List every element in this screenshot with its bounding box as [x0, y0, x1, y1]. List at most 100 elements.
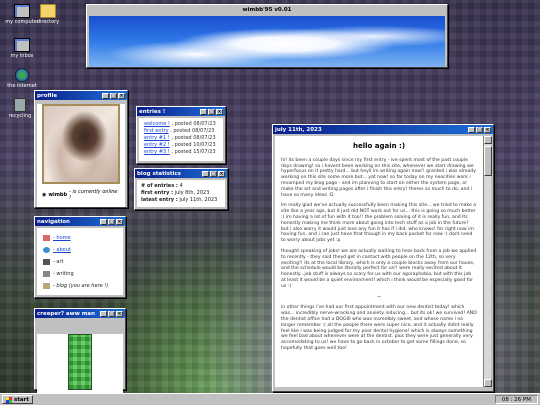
post-paragraph: thought speaking of jobs! we are actuall… — [281, 248, 477, 289]
nav-item-blog[interactable]: - blog (you are here !) — [43, 280, 117, 292]
header-titlebar: wimbb'95 v0.01 — [87, 5, 447, 14]
nav-titlebar[interactable]: navigation _ □ × — [35, 217, 125, 226]
desktop-icon-label: directory — [36, 19, 60, 25]
stats-titlebar[interactable]: blog statistics _ □ × — [135, 169, 227, 178]
profile-titlebar[interactable]: profile _ □ × — [35, 91, 127, 100]
close-button[interactable]: × — [118, 92, 125, 99]
list-item: first entry , posted 08/07/23 — [144, 128, 215, 134]
scroll-up-button[interactable] — [484, 136, 492, 144]
entry-link[interactable]: entry #1 ! — [144, 135, 170, 141]
nav-link-writing[interactable]: - writing — [53, 271, 74, 277]
desktop-icon-label: recycling — [8, 113, 32, 119]
post-heading: hello again :) — [352, 142, 406, 150]
list-item: entry #1 ! , posted 08/07/23 — [144, 135, 216, 141]
profile-photo — [42, 104, 120, 184]
maximize-button[interactable]: □ — [208, 108, 215, 115]
desktop-icon-the-internet[interactable]: the internet — [2, 68, 42, 89]
creeper-title: creeper? aww man — [37, 310, 96, 317]
creeper-titlebar[interactable]: creeper? aww man _ □ × — [35, 309, 125, 318]
minimize-button[interactable]: _ — [200, 108, 207, 115]
stat-first-entry: first entry : july 8th, 2023 — [141, 190, 221, 197]
paint-icon — [43, 258, 50, 265]
close-button[interactable]: × — [216, 108, 223, 115]
entry-link[interactable]: entry #3 ! — [144, 149, 170, 155]
maximize-button[interactable]: □ — [476, 126, 483, 133]
list-item: entry #3 ! , posted 15/07/23 — [144, 149, 216, 155]
post-paragraph: im really glad we've actually successful… — [281, 203, 477, 244]
nav-link-art[interactable]: - art — [53, 259, 63, 265]
nav-item-home[interactable]: - home — [43, 232, 117, 244]
close-button[interactable]: × — [218, 170, 225, 177]
post-titlebar[interactable]: july 11th, 2023 _ □ × — [273, 125, 493, 134]
entry-date: posted 08/07/23 — [174, 121, 216, 127]
maximize-button[interactable]: □ — [108, 218, 115, 225]
profile-status-text: - is currently online ! — [69, 189, 118, 201]
folder-icon — [40, 4, 56, 18]
entry-date: posted 15/07/23 — [174, 149, 216, 155]
stat-entries: # of entries : 4 — [141, 183, 221, 190]
nav-list: - home - about - art - writing - blog (y… — [37, 228, 123, 296]
stat-value: 4 — [179, 183, 183, 189]
home-icon — [43, 234, 50, 241]
nav-item-about[interactable]: - about — [43, 244, 117, 256]
navigation-window: navigation _ □ × - home - about - art - … — [34, 216, 126, 298]
blog-post-window: july 11th, 2023 _ □ × hello again :) hi!… — [272, 124, 494, 392]
entry-link[interactable]: welcome ! — [144, 121, 170, 127]
list-item: entry #2 ! , posted 10/07/23 — [144, 142, 216, 148]
stat-latest-entry: latest entry : july 11th, 2023 — [141, 197, 221, 204]
nav-link-blog[interactable]: - blog (you are here !) — [53, 283, 108, 289]
creeper-window: creeper? aww man _ □ × — [34, 308, 126, 401]
entries-titlebar[interactable]: entries ! _ □ × — [137, 107, 225, 116]
profile-username: wimbb — [48, 192, 68, 198]
nav-link-home[interactable]: - home — [53, 235, 71, 241]
entry-date: posted 10/07/23 — [174, 142, 216, 148]
minimize-button[interactable]: _ — [102, 92, 109, 99]
profile-window: profile _ □ × ◉ wimbb - is currently onl… — [34, 90, 128, 208]
taskbar-clock: 08 : 26 PM — [494, 395, 538, 404]
post-divider: ~ — [377, 294, 381, 300]
online-icon: ◉ — [42, 192, 47, 198]
header-title: wimbb'95 v0.01 — [242, 6, 292, 13]
start-button[interactable]: start — [2, 395, 33, 404]
stat-label: first entry : — [141, 190, 174, 196]
minimize-button[interactable]: _ — [100, 310, 107, 317]
close-button[interactable]: × — [484, 126, 491, 133]
nav-item-writing[interactable]: - writing — [43, 268, 117, 280]
scroll-down-button[interactable] — [484, 379, 492, 387]
desktop-icon-my-inbox[interactable]: my inbox — [2, 38, 42, 59]
close-button[interactable]: × — [116, 218, 123, 225]
maximize-button[interactable]: □ — [108, 310, 115, 317]
scroll-thumb[interactable] — [484, 146, 492, 176]
entry-link[interactable]: first entry — [144, 128, 169, 134]
pencil-icon — [43, 270, 50, 277]
entries-list: welcome ! , posted 08/07/23 first entry … — [139, 118, 223, 159]
stats-title: blog statistics — [137, 170, 181, 177]
minimize-button[interactable]: _ — [202, 170, 209, 177]
nav-link-about[interactable]: - about — [53, 247, 71, 253]
nav-item-art[interactable]: - art — [43, 256, 117, 268]
sky-banner-image — [89, 16, 445, 67]
entry-date: posted 08/07/23 — [173, 128, 215, 134]
entry-date: posted 08/07/23 — [174, 135, 216, 141]
desktop-icon-directory[interactable]: directory — [28, 4, 68, 25]
maximize-button[interactable]: □ — [110, 92, 117, 99]
desktop-icon-label: my inbox — [10, 53, 34, 59]
start-label: start — [14, 396, 29, 403]
globe-icon — [15, 68, 29, 82]
post-scrollbar[interactable] — [483, 136, 492, 387]
maximize-button[interactable]: □ — [210, 170, 217, 177]
post-paragraph: in other things i've had our first appoi… — [281, 305, 477, 351]
globe-icon — [43, 246, 50, 253]
desktop-icon-label: the internet — [7, 83, 37, 89]
profile-title: profile — [37, 92, 58, 99]
stat-value: july 8th, 2023 — [174, 190, 210, 196]
entries-window: entries ! _ □ × welcome ! , posted 08/07… — [136, 106, 226, 164]
minimize-button[interactable]: _ — [468, 126, 475, 133]
post-title: july 11th, 2023 — [275, 126, 322, 133]
close-button[interactable]: × — [116, 310, 123, 317]
entry-link[interactable]: entry #2 ! — [144, 142, 170, 148]
inbox-icon — [14, 38, 30, 52]
minimize-button[interactable]: _ — [100, 218, 107, 225]
post-paragraph: hi! its been a couple days since my firs… — [281, 157, 477, 198]
taskbar: start 08 : 26 PM — [0, 393, 540, 405]
